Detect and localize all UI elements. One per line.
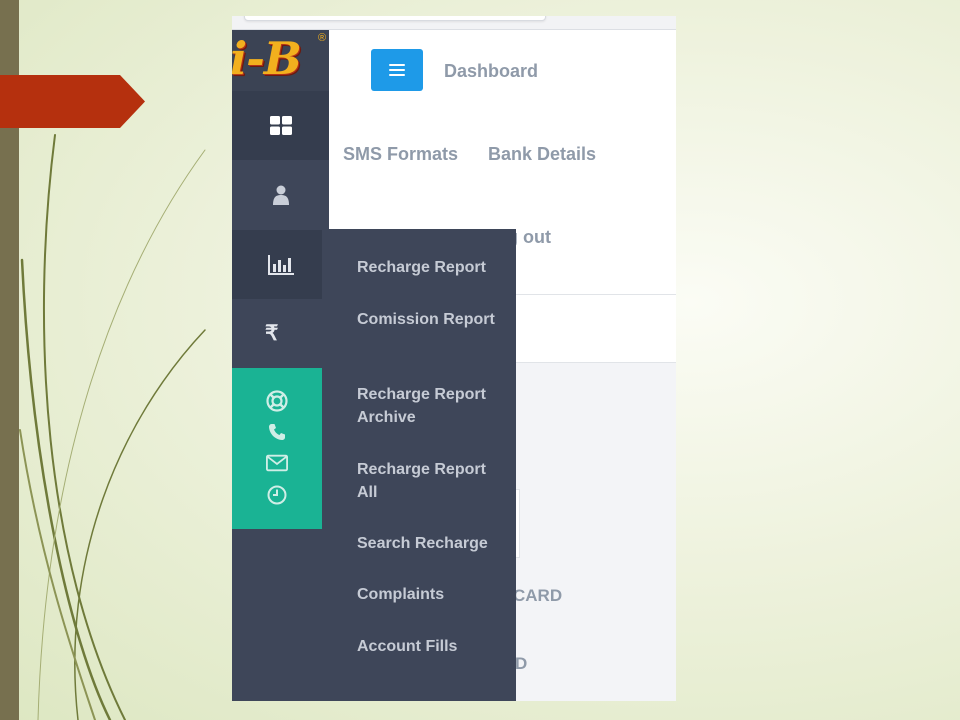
dashboard-link[interactable]: Dashboard (444, 61, 538, 82)
sidebar: ₹ (232, 91, 329, 701)
phone-icon[interactable] (266, 421, 288, 443)
brand-logo[interactable]: i-B ® (232, 30, 329, 91)
sidebar-item-wallet[interactable]: ₹ (232, 299, 329, 368)
content-text-fragment: D (515, 654, 528, 673)
rupee-icon: ₹ (265, 322, 279, 345)
clock-icon[interactable] (266, 484, 288, 506)
top-input-fragment[interactable] (244, 16, 546, 21)
reports-dropdown-menu: Recharge Report Comission Report Recharg… (322, 229, 516, 701)
nav-sms-formats[interactable]: SMS Formats (343, 144, 458, 165)
slide-swoosh-decoration (19, 134, 206, 720)
app-screenshot: i-B ® Dashboard SMS Formats Bank Details… (232, 16, 676, 701)
registered-mark: ® (318, 32, 327, 44)
menu-item-recharge-report-all[interactable]: Recharge Report All (357, 458, 507, 504)
user-icon (272, 185, 289, 205)
menu-toggle-button[interactable] (371, 49, 423, 91)
menu-item-comission-report[interactable]: Comission Report (357, 308, 507, 331)
content-text-fragment: CARD (513, 586, 563, 605)
contact-box (232, 368, 329, 529)
lifebuoy-icon[interactable] (266, 390, 288, 412)
bar-chart-icon (267, 254, 294, 275)
menu-item-recharge-report[interactable]: Recharge Report (357, 256, 507, 279)
logo-text: i-B (232, 32, 302, 85)
envelope-icon[interactable] (266, 452, 288, 474)
menu-item-search-recharge[interactable]: Search Recharge (357, 532, 507, 555)
nav-bank-details[interactable]: Bank Details (488, 144, 596, 165)
dashboard-grid-icon (269, 116, 292, 135)
sidebar-item-reports[interactable] (232, 230, 329, 299)
top-strip (232, 16, 676, 30)
menu-item-complaints[interactable]: Complaints (357, 583, 507, 606)
sidebar-item-dashboard[interactable] (232, 91, 329, 160)
hamburger-icon (389, 64, 405, 76)
menu-item-recharge-report-archive[interactable]: Recharge Report Archive (357, 383, 507, 429)
menu-item-account-fills[interactable]: Account Fills (357, 635, 507, 658)
sidebar-item-profile[interactable] (232, 160, 329, 229)
